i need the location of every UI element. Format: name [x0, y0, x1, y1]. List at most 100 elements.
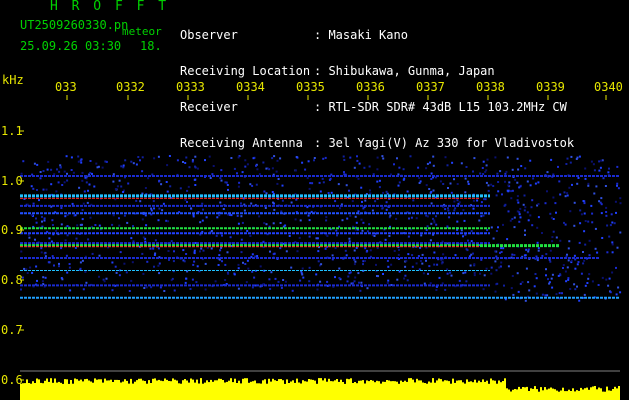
noise-speck: [537, 181, 540, 184]
noise-speck: [250, 202, 253, 205]
noise-speck: [587, 182, 590, 185]
level-bar: [560, 390, 562, 400]
noise-speck: [317, 260, 320, 263]
noise-speck: [39, 177, 42, 180]
noise-speck: [428, 265, 431, 268]
level-bar: [312, 379, 314, 400]
noise-speck: [318, 181, 321, 184]
noise-speck: [145, 224, 148, 227]
noise-speck: [591, 280, 594, 283]
level-bar: [448, 381, 450, 400]
noise-speck: [447, 209, 450, 212]
noise-speck: [366, 230, 369, 233]
noise-speck: [154, 239, 157, 242]
noise-speck: [582, 251, 584, 253]
noise-speck: [510, 197, 513, 200]
noise-speck: [511, 189, 514, 192]
level-bar: [152, 378, 154, 400]
noise-speck: [353, 280, 356, 283]
noise-speck: [112, 173, 115, 176]
level-bar: [262, 380, 264, 400]
noise-speck: [112, 214, 115, 217]
noise-speck: [480, 215, 483, 218]
noise-speck: [173, 289, 176, 292]
noise-speck: [22, 160, 25, 163]
noise-speck: [191, 278, 194, 281]
noise-speck: [256, 168, 259, 171]
level-bar: [584, 388, 586, 400]
level-bar: [408, 378, 410, 400]
noise-speck: [61, 278, 64, 281]
level-bar: [202, 383, 204, 400]
noise-speck: [363, 166, 366, 169]
level-bar: [604, 391, 606, 400]
level-bar: [410, 378, 412, 400]
noise-speck: [425, 259, 427, 262]
level-bar: [402, 381, 404, 400]
noise-speck: [357, 177, 360, 180]
noise-speck: [608, 235, 611, 238]
y-tick-label: 0.6: [1, 373, 23, 387]
noise-speck: [118, 224, 121, 227]
level-bar: [36, 378, 38, 400]
level-bar: [128, 383, 130, 400]
noise-speck: [588, 254, 591, 257]
noise-speck: [169, 185, 172, 188]
noise-speck: [583, 293, 586, 296]
noise-speck: [597, 284, 600, 286]
noise-speck: [311, 182, 314, 185]
noise-speck: [547, 278, 549, 281]
level-bar: [316, 383, 318, 400]
noise-speck: [362, 221, 365, 224]
level-bar: [588, 389, 590, 400]
noise-speck: [313, 159, 315, 162]
noise-speck: [616, 182, 619, 185]
noise-speck: [89, 171, 92, 174]
noise-speck: [262, 161, 265, 164]
noise-speck: [531, 224, 534, 227]
noise-speck: [165, 181, 168, 183]
noise-speck: [371, 234, 374, 237]
level-bar: [118, 380, 120, 400]
noise-speck: [591, 212, 594, 215]
noise-speck: [435, 215, 437, 218]
level-bar: [174, 379, 176, 400]
level-bar: [412, 379, 414, 400]
noise-speck: [557, 165, 559, 168]
noise-speck: [271, 167, 274, 170]
level-bar: [154, 378, 156, 400]
noise-speck: [384, 238, 387, 241]
level-bar: [274, 380, 276, 400]
noise-speck: [199, 250, 201, 253]
level-bar: [376, 380, 378, 400]
noise-speck: [359, 289, 362, 292]
noise-speck: [176, 159, 179, 162]
noise-speck: [217, 264, 220, 266]
level-bar: [190, 378, 192, 400]
noise-speck: [271, 191, 274, 193]
noise-speck: [480, 258, 483, 261]
level-bar: [552, 388, 554, 400]
level-bar: [116, 379, 118, 400]
noise-speck: [444, 208, 447, 211]
level-bar: [490, 378, 492, 400]
noise-speck: [157, 219, 160, 222]
noise-speck: [417, 166, 420, 169]
level-bar: [66, 379, 68, 400]
noise-speck: [331, 254, 334, 257]
noise-speck: [516, 195, 519, 198]
noise-speck: [294, 218, 297, 221]
noise-speck: [202, 249, 205, 252]
noise-speck: [530, 206, 533, 209]
noise-speck: [467, 183, 470, 185]
noise-speck: [150, 207, 153, 210]
level-bar: [242, 378, 244, 400]
level-bar: [120, 382, 122, 400]
noise-speck: [611, 221, 614, 224]
noise-speck: [497, 190, 500, 193]
noise-speck: [348, 272, 351, 275]
noise-speck: [406, 279, 409, 282]
noise-speck: [601, 276, 604, 279]
noise-speck: [36, 163, 39, 166]
noise-speck: [365, 250, 368, 253]
